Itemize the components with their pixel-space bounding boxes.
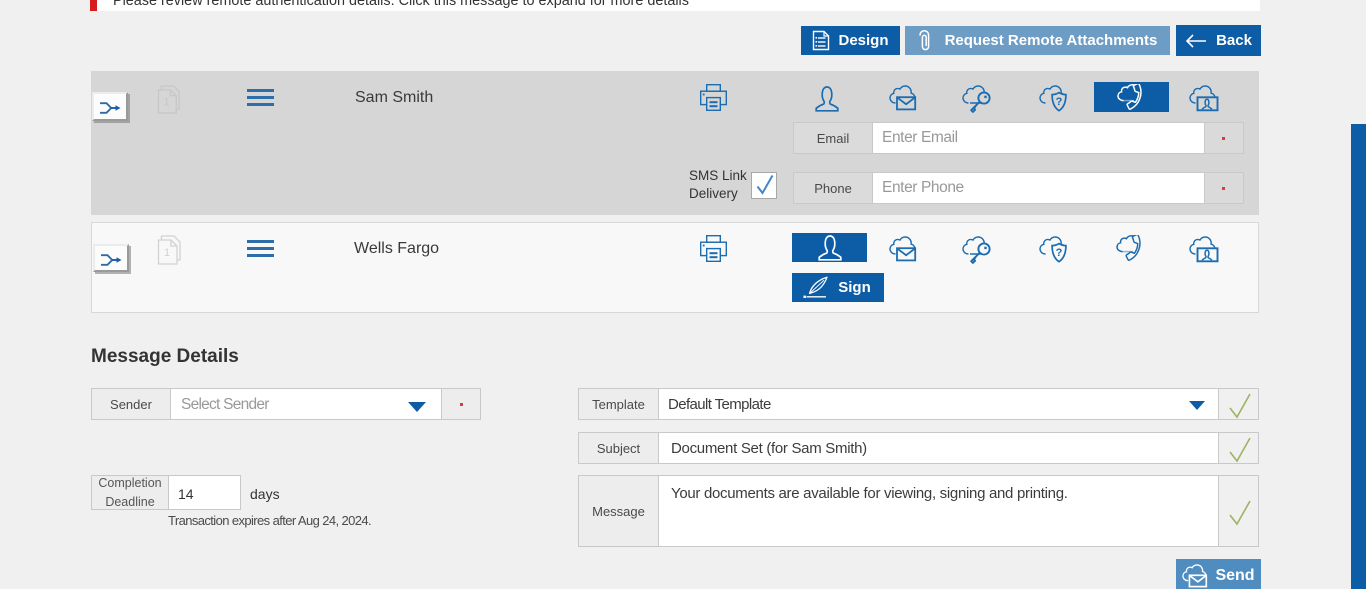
- svg-text:?: ?: [1056, 247, 1063, 259]
- svg-text:1: 1: [164, 247, 170, 259]
- svg-text:1: 1: [164, 96, 170, 108]
- svg-text:?: ?: [1056, 96, 1063, 108]
